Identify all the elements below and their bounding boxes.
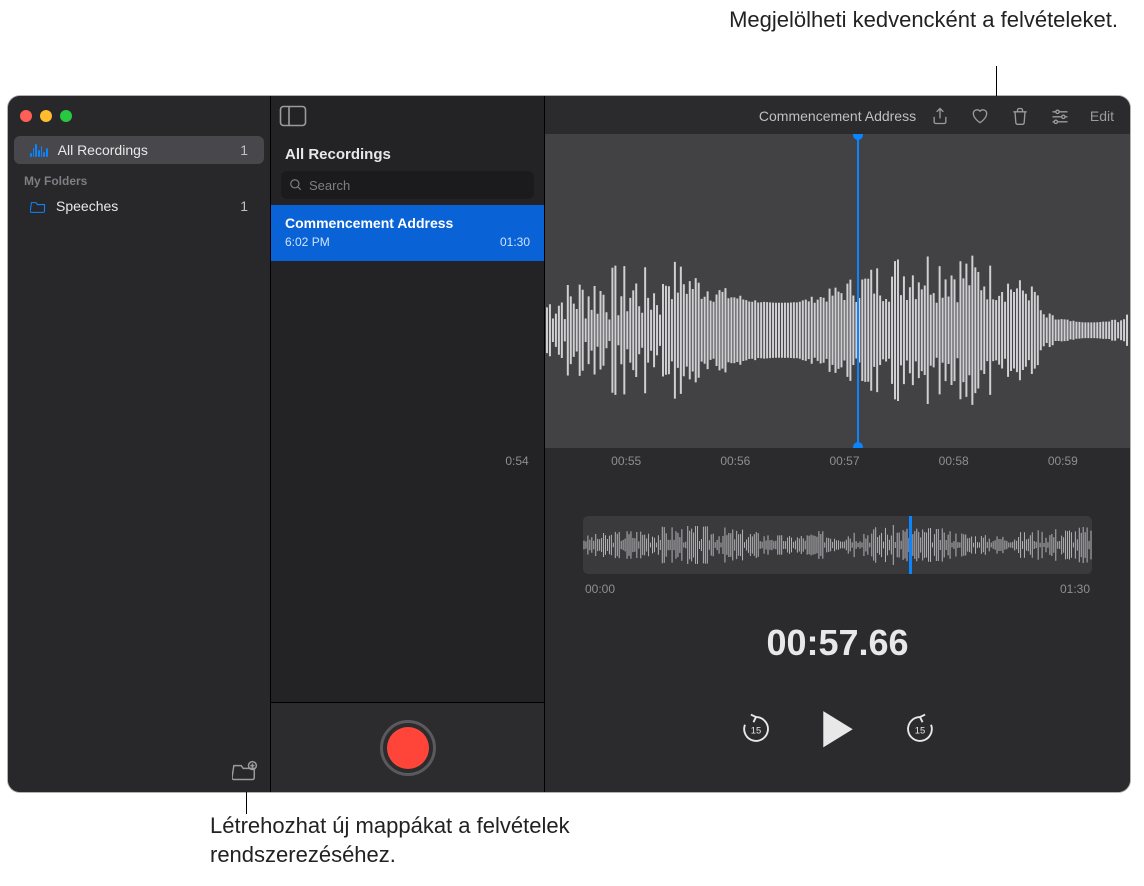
skip-forward-icon: 15 bbox=[903, 712, 937, 746]
sliders-icon bbox=[1050, 106, 1070, 126]
recording-item[interactable]: Commencement Address 6:02 PM 01:30 bbox=[271, 205, 544, 261]
waveform-mini-graphic bbox=[583, 516, 1092, 574]
overview-end-label: 01:30 bbox=[1060, 582, 1090, 596]
sidebar-item-count: 1 bbox=[240, 142, 248, 158]
list-title: All Recordings bbox=[271, 136, 544, 171]
sidebar-icon bbox=[279, 105, 307, 127]
zoom-window-button[interactable] bbox=[60, 110, 72, 122]
play-icon bbox=[821, 710, 855, 749]
waveform-icon bbox=[30, 144, 48, 157]
ruler-tick: 00:57 bbox=[829, 454, 859, 468]
callout-line bbox=[996, 66, 997, 98]
callout-new-folder: Létrehozhat új mappákat a felvételek ren… bbox=[210, 812, 630, 869]
waveform-area: 0:5400:5500:5600:5700:5800:5901:00 bbox=[545, 134, 1130, 486]
ruler-tick: 0:54 bbox=[505, 454, 528, 468]
recording-title: Commencement Address bbox=[285, 215, 530, 231]
svg-text:15: 15 bbox=[750, 725, 760, 735]
voice-memos-window: All Recordings 1 My Folders Speeches 1 bbox=[8, 96, 1130, 792]
search-input[interactable] bbox=[309, 178, 526, 193]
waveform-overview[interactable] bbox=[583, 516, 1092, 574]
recording-duration: 01:30 bbox=[500, 235, 530, 249]
record-icon bbox=[387, 727, 429, 769]
search-icon bbox=[289, 178, 303, 192]
overview-playhead[interactable] bbox=[909, 516, 912, 574]
sidebar-item-all-recordings[interactable]: All Recordings 1 bbox=[14, 136, 264, 164]
play-button[interactable] bbox=[821, 710, 855, 748]
waveform-graphic bbox=[545, 134, 1130, 448]
minimize-window-button[interactable] bbox=[40, 110, 52, 122]
share-icon bbox=[930, 106, 950, 126]
ruler-tick: 00:58 bbox=[939, 454, 969, 468]
share-button[interactable] bbox=[930, 106, 950, 126]
time-ruler: 0:5400:5500:5600:5700:5800:5901:00 bbox=[545, 448, 1130, 486]
toggle-sidebar-button[interactable] bbox=[279, 105, 307, 127]
svg-text:15: 15 bbox=[914, 725, 924, 735]
options-button[interactable] bbox=[1050, 106, 1070, 126]
sidebar-item-folder[interactable]: Speeches 1 bbox=[14, 192, 264, 220]
window-traffic-lights bbox=[8, 102, 270, 136]
search-field[interactable] bbox=[281, 171, 534, 199]
sidebar-item-count: 1 bbox=[240, 198, 248, 214]
recording-time: 6:02 PM bbox=[285, 235, 330, 249]
new-folder-icon bbox=[232, 760, 258, 782]
recordings-list: All Recordings Commencement Address 6:02… bbox=[270, 96, 545, 792]
favorite-button[interactable] bbox=[970, 106, 990, 126]
sidebar: All Recordings 1 My Folders Speeches 1 bbox=[8, 96, 270, 792]
overview-start-label: 00:00 bbox=[585, 582, 615, 596]
playhead[interactable] bbox=[857, 134, 859, 448]
toolbar: Commencement Address bbox=[545, 96, 1130, 136]
delete-button[interactable] bbox=[1010, 106, 1030, 126]
sidebar-item-label: Speeches bbox=[56, 198, 118, 214]
edit-button[interactable]: Edit bbox=[1090, 108, 1114, 124]
folder-icon bbox=[30, 200, 46, 213]
ruler-tick: 00:59 bbox=[1048, 454, 1078, 468]
record-button[interactable] bbox=[380, 720, 436, 776]
new-folder-button[interactable] bbox=[232, 760, 258, 782]
skip-forward-button[interactable]: 15 bbox=[903, 712, 937, 746]
skip-back-button[interactable]: 15 bbox=[739, 712, 773, 746]
recording-detail: Commencement Address bbox=[545, 96, 1130, 792]
waveform-zoomed[interactable] bbox=[545, 134, 1130, 448]
callout-favorite: Megjelölheti kedvencként a felvételeket. bbox=[688, 6, 1118, 35]
sidebar-item-label: All Recordings bbox=[58, 142, 148, 158]
timecode: 00:57.66 bbox=[545, 622, 1130, 664]
heart-icon bbox=[970, 106, 990, 126]
playback-controls: 15 15 bbox=[545, 710, 1130, 748]
close-window-button[interactable] bbox=[20, 110, 32, 122]
ruler-tick: 00:55 bbox=[611, 454, 641, 468]
sidebar-section-header: My Folders bbox=[8, 166, 270, 192]
trash-icon bbox=[1010, 106, 1030, 126]
skip-back-icon: 15 bbox=[739, 712, 773, 746]
ruler-tick: 00:56 bbox=[720, 454, 750, 468]
